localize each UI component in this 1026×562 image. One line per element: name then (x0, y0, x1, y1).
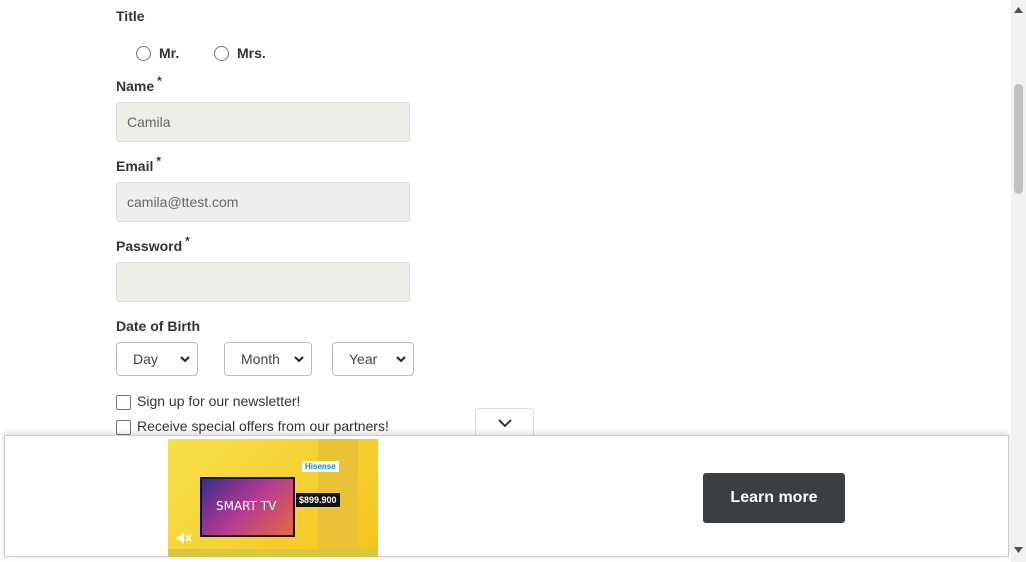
dob-year-value: Year (349, 351, 378, 367)
ad-collapse-button[interactable] (475, 408, 534, 436)
ad-price: $899.900 (296, 493, 340, 507)
ad-footer-strip (168, 549, 378, 557)
ad-tv-text: SMART TV (216, 499, 277, 513)
radio-mr[interactable] (136, 46, 151, 61)
scroll-thumb[interactable] (1014, 84, 1023, 194)
learn-more-button[interactable]: Learn more (703, 473, 845, 523)
dob-month-value: Month (241, 351, 280, 367)
chevron-down-icon (180, 356, 190, 363)
name-field[interactable]: Camila (116, 102, 410, 142)
password-label-text: Password (116, 238, 183, 254)
radio-mrs-label: Mrs. (237, 44, 266, 61)
muted-speaker-icon[interactable] (176, 531, 192, 545)
offers-row[interactable]: Receive special offers from our partners… (116, 417, 389, 435)
email-field[interactable]: camila@ttest.com (116, 182, 410, 222)
password-required-mark: * (185, 234, 190, 248)
chevron-down-icon (497, 418, 512, 427)
chevron-down-icon (396, 356, 406, 363)
newsletter-row[interactable]: Sign up for our newsletter! (116, 392, 300, 410)
name-label-text: Name (116, 78, 155, 94)
ad-banner[interactable]: SMART TV Hisense $899.900 Learn more (4, 435, 1009, 557)
newsletter-checkbox[interactable] (116, 395, 131, 410)
dob-year-select[interactable]: Year (332, 342, 414, 376)
dob-month-select[interactable]: Month (224, 342, 312, 376)
ad-image[interactable]: SMART TV Hisense $899.900 (168, 439, 378, 557)
password-label: Password * (116, 234, 190, 254)
offers-label: Receive special offers from our partners… (137, 418, 389, 434)
dob-day-value: Day (133, 351, 158, 367)
email-label: Email * (116, 154, 161, 174)
title-option-mr[interactable]: Mr. (136, 44, 179, 61)
email-label-text: Email (116, 158, 154, 174)
offers-checkbox[interactable] (116, 420, 131, 435)
chevron-down-icon (294, 356, 304, 363)
name-field-value: Camila (127, 114, 171, 130)
name-required-mark: * (157, 74, 162, 88)
dob-day-select[interactable]: Day (116, 342, 198, 376)
title-label: Title (116, 8, 145, 24)
password-field[interactable] (116, 262, 410, 302)
arrow-down-icon[interactable] (1014, 546, 1023, 554)
radio-mr-label: Mr. (159, 44, 180, 61)
page-scrollbar[interactable] (1011, 0, 1026, 562)
newsletter-label: Sign up for our newsletter! (137, 393, 301, 409)
ad-brand: Hisense (302, 461, 339, 472)
email-required-mark: * (156, 154, 162, 168)
name-label: Name * (116, 74, 162, 94)
email-field-value: camila@ttest.com (127, 194, 239, 210)
dob-label: Date of Birth (116, 318, 200, 334)
title-option-mrs[interactable]: Mrs. (214, 44, 266, 61)
arrow-up-icon[interactable] (1014, 6, 1023, 14)
radio-mrs[interactable] (214, 46, 229, 61)
